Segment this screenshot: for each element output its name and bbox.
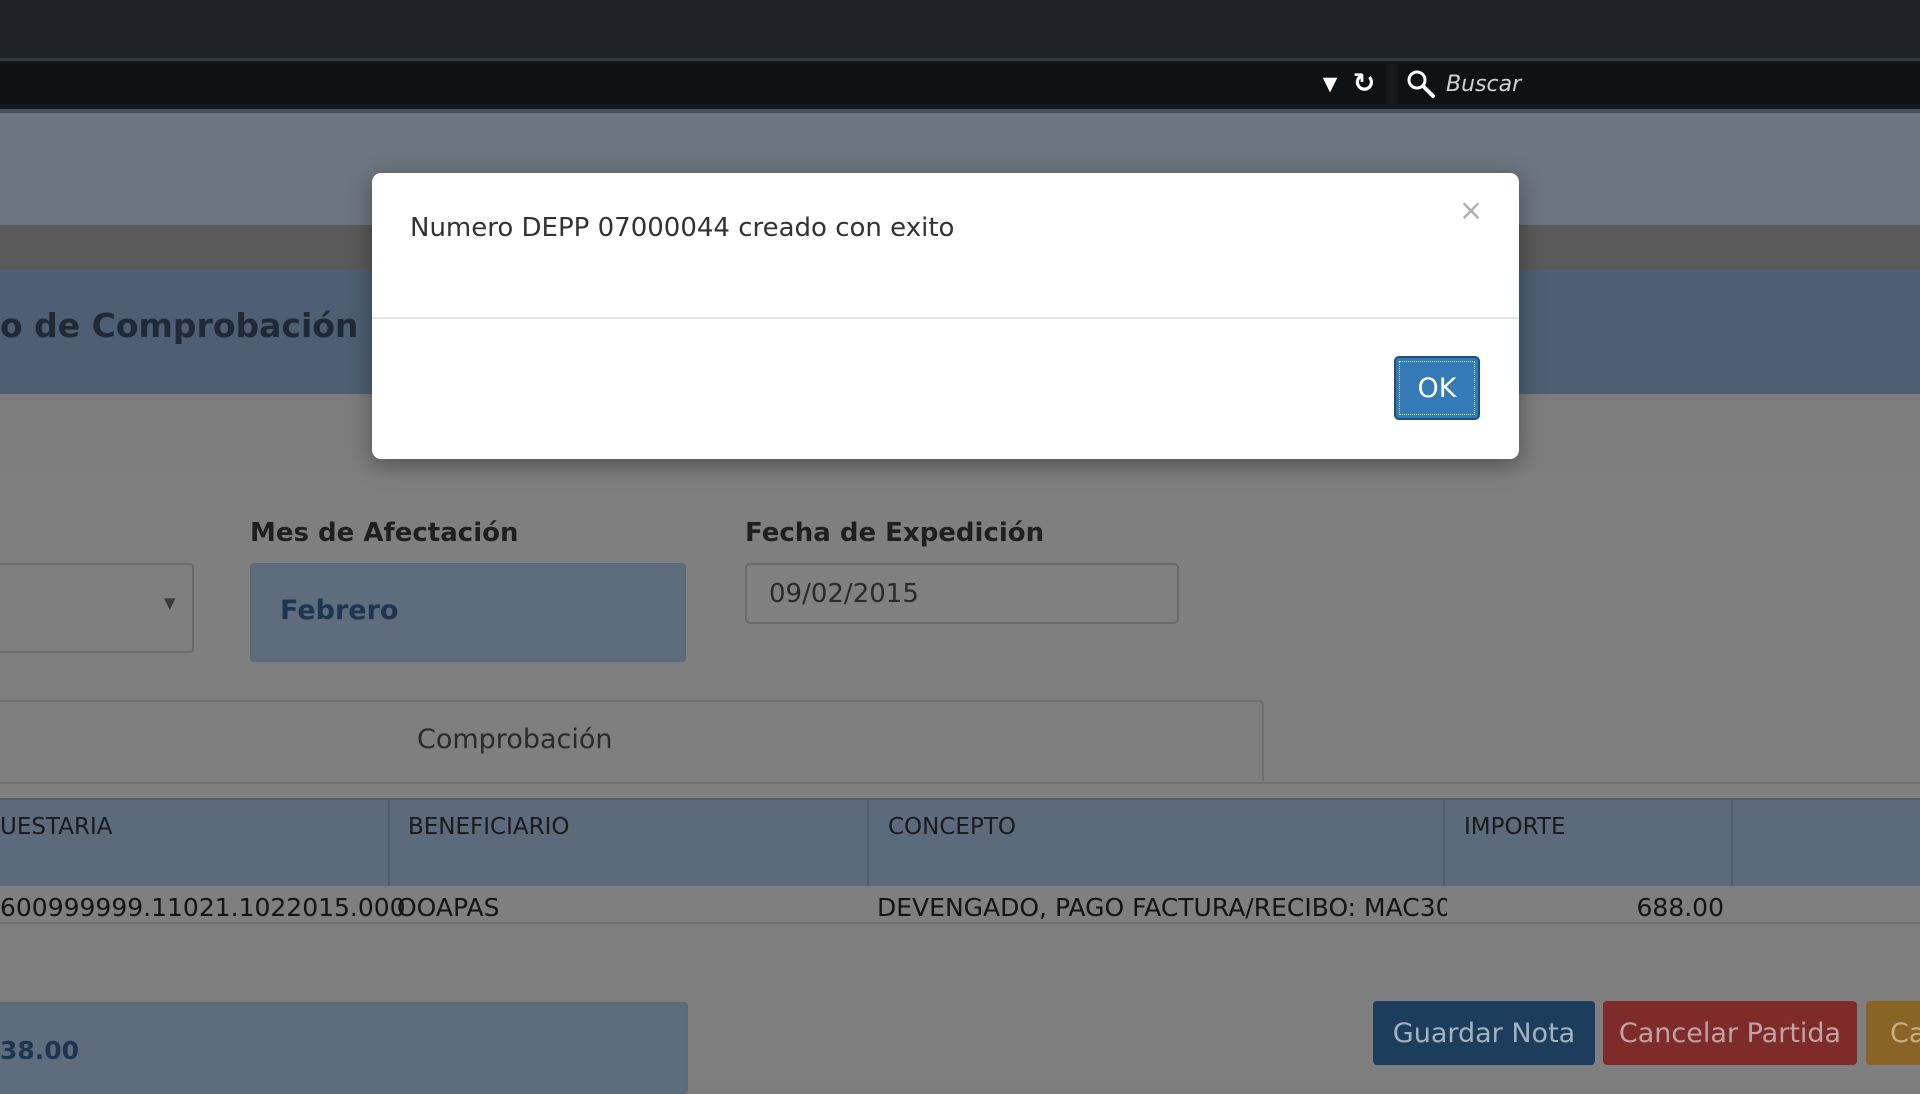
tab-comprobacion[interactable] — [0, 700, 1264, 782]
url-dropdown-icon[interactable]: ▼ — [1318, 72, 1342, 96]
column-header: IMPORTE — [1464, 814, 1566, 840]
cell-concepto: DEVENGADO, PAGO FACTURA/RECIBO: MAC30 I — [877, 893, 1447, 922]
close-icon[interactable]: × — [1456, 195, 1486, 225]
modal-divider — [372, 317, 1519, 319]
column-header: CONCEPTO — [888, 814, 1016, 840]
mes-value: Febrero — [280, 595, 399, 626]
cell-importe: 688.00 — [1636, 893, 1724, 922]
column-header: UESTARIA — [0, 814, 113, 840]
reload-icon[interactable]: ↻ — [1350, 70, 1378, 98]
column-separator — [388, 798, 390, 886]
select-arrow-icon: ▼ — [164, 594, 176, 612]
column-header: BENEFICIARIO — [408, 814, 570, 840]
tab-label: Comprobación — [417, 724, 613, 755]
fecha-label: Fecha de Expedición — [745, 518, 1045, 548]
cell-beneficiario: OOAPAS — [397, 893, 500, 922]
total-value: 38.00 — [0, 1036, 80, 1065]
browser-search-input[interactable] — [1446, 68, 1866, 100]
cell-partida: 600999999.11021.1022015.000 — [0, 893, 406, 922]
extra-button[interactable]: Ca — [1866, 1001, 1920, 1065]
modal-message: Numero DEPP 07000044 creado con exito — [410, 213, 955, 243]
cancelar-partida-button[interactable]: Cancelar Partida — [1603, 1001, 1857, 1065]
column-separator — [1443, 798, 1445, 886]
page-title: o de Comprobación — [0, 306, 359, 345]
guardar-nota-button[interactable]: Guardar Nota — [1373, 1001, 1595, 1065]
ok-button[interactable]: OK — [1394, 356, 1480, 420]
url-bar[interactable] — [0, 64, 1386, 104]
mes-label: Mes de Afectación — [250, 518, 519, 548]
success-modal: Numero DEPP 07000044 creado con exito × … — [372, 173, 1519, 459]
search-icon — [1406, 69, 1436, 99]
total-field — [0, 1002, 688, 1094]
browser-tab-strip — [0, 0, 1920, 61]
table-header — [0, 798, 1920, 888]
column-separator — [867, 798, 869, 886]
fecha-input[interactable] — [745, 563, 1179, 624]
column-separator — [1731, 798, 1733, 886]
